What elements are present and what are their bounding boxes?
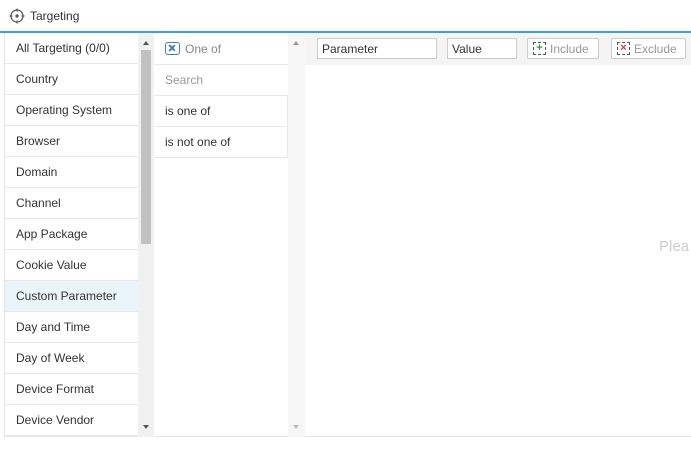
header-title: Targeting xyxy=(30,8,80,23)
plus-icon: + xyxy=(533,42,546,55)
targeting-header: Targeting xyxy=(0,0,691,33)
category-list: All Targeting (0/0) Country Operating Sy… xyxy=(4,33,138,437)
scroll-up-icon[interactable] xyxy=(293,41,299,45)
category-item-custom-parameter[interactable]: Custom Parameter xyxy=(5,281,138,312)
category-item-operating-system[interactable]: Operating System xyxy=(5,95,138,126)
exclude-button-label: Exclude xyxy=(634,41,677,56)
category-item-all-targeting[interactable]: All Targeting (0/0) xyxy=(5,33,138,64)
category-item-domain[interactable]: Domain xyxy=(5,157,138,188)
editor-toolbar: + Include × Exclude xyxy=(305,33,691,65)
clear-icon[interactable] xyxy=(165,42,180,55)
scroll-down-icon[interactable] xyxy=(143,425,149,429)
x-icon: × xyxy=(617,42,630,55)
category-item-device-vendor[interactable]: Device Vendor xyxy=(5,405,138,436)
category-item-device-format[interactable]: Device Format xyxy=(5,374,138,405)
scroll-up-icon[interactable] xyxy=(143,41,149,45)
operator-header[interactable]: One of xyxy=(155,33,288,65)
category-item-day-of-week[interactable]: Day of Week xyxy=(5,343,138,374)
operator-search-input[interactable]: Search xyxy=(155,65,288,96)
include-button-label: Include xyxy=(550,41,589,56)
include-button[interactable]: + Include xyxy=(527,38,599,59)
operator-option-is-one-of[interactable]: is one of xyxy=(155,96,288,127)
category-item-browser[interactable]: Browser xyxy=(5,126,138,157)
category-item-day-and-time[interactable]: Day and Time xyxy=(5,312,138,343)
scroll-down-icon[interactable] xyxy=(293,425,299,429)
category-scrollbar[interactable] xyxy=(138,33,154,437)
editor-panel: + Include × Exclude Plea xyxy=(305,33,691,437)
exclude-button[interactable]: × Exclude xyxy=(611,38,686,59)
parameter-input[interactable] xyxy=(317,38,437,59)
value-input[interactable] xyxy=(447,38,517,59)
operator-panel: One of Search is one of is not one of xyxy=(155,33,288,437)
crosshair-icon xyxy=(9,8,25,23)
category-item-channel[interactable]: Channel xyxy=(5,188,138,219)
scrollbar-thumb[interactable] xyxy=(141,50,151,244)
category-item-cookie-value[interactable]: Cookie Value xyxy=(5,250,138,281)
category-item-country[interactable]: Country xyxy=(5,64,138,95)
placeholder-hint: Plea xyxy=(659,238,690,255)
operator-scrollbar[interactable] xyxy=(288,33,305,437)
category-item-app-package[interactable]: App Package xyxy=(5,219,138,250)
operator-header-label: One of xyxy=(185,41,222,56)
operator-option-is-not-one-of[interactable]: is not one of xyxy=(155,127,288,158)
